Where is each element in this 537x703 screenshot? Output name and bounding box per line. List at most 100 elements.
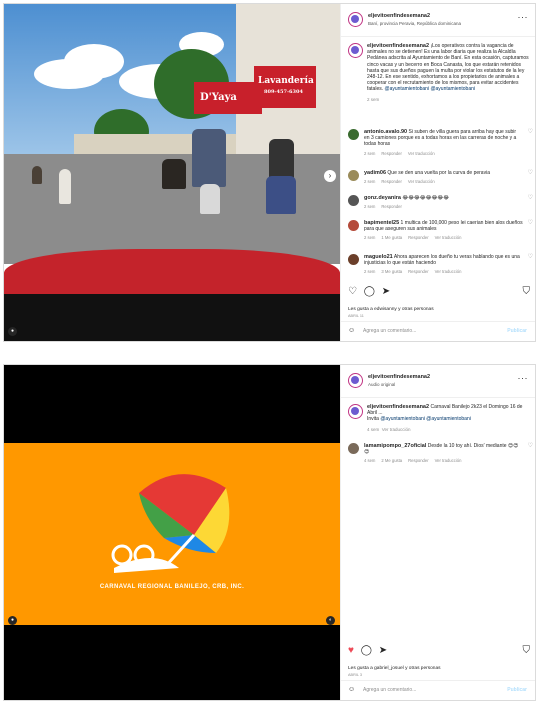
comment-avatar[interactable] (348, 220, 359, 231)
comment-username[interactable]: yadim06 (364, 170, 386, 176)
comment-avatar[interactable] (348, 443, 359, 454)
publish-button[interactable]: Publicar (507, 687, 527, 693)
poster-logo-text: CARNAVAL REGIONAL BANILEJO, CRB, INC. (99, 584, 245, 590)
cow (162, 159, 186, 189)
caption-invite: Invita (367, 416, 379, 423)
comment-time: 2 sem (364, 179, 376, 185)
reply-button[interactable]: Responder (381, 179, 402, 184)
comment: bapimentel25 1 multica de 100,000 peso l… (348, 220, 533, 242)
post-1-sidebar: eljevitoenfindesemana2 Baní, provincia P… (340, 4, 535, 341)
post-1-caption: eljevitoenfindesemana2 ¡Los operativos c… (348, 43, 533, 103)
translate-button[interactable]: Ver traducción (408, 151, 435, 156)
comment: maguelo21 Ahora aparecen los dueño tu ve… (348, 254, 533, 276)
post-2-video[interactable]: CARNAVAL REGIONAL BANILEJO, CRB, INC. ● … (4, 365, 340, 700)
publish-button[interactable]: Publicar (507, 328, 527, 334)
like-comment-icon[interactable]: ♡ (523, 129, 533, 157)
reply-button[interactable]: Responder (408, 269, 429, 274)
comment-time: 4 sem (364, 458, 376, 464)
cloud (64, 44, 124, 79)
caption-username[interactable]: eljevitoenfindesemana2 (367, 404, 429, 410)
comment-avatar[interactable] (348, 195, 359, 206)
comment-username[interactable]: antonio.avalo.90 (364, 129, 407, 135)
like-comment-icon[interactable]: ♡ (523, 195, 533, 210)
avatar[interactable] (348, 373, 363, 388)
caption-mentions[interactable]: @ayuntamientobani @ayuntamientobani (385, 86, 476, 92)
emoji-icon[interactable]: ☺ (348, 327, 355, 334)
add-comment-bar: ☺ Agrega un comentario... Publicar (341, 680, 535, 700)
post-1-photo[interactable]: D'Yaya Lavandería 809-457-6304 › ● (4, 4, 340, 341)
reply-button[interactable]: Responder (408, 458, 429, 463)
sign-lavanderia-text: Lavandería (258, 76, 314, 86)
caption-avatar[interactable] (348, 43, 363, 58)
save-bookmark-icon[interactable]: ⛉ (523, 645, 531, 656)
translate-button[interactable]: Ver traducción (382, 427, 411, 432)
post-2-username[interactable]: eljevitoenfindesemana2 (368, 374, 430, 380)
post-2-sidebar: eljevitoenfindesemana2 Audio original ··… (340, 365, 535, 700)
caption-username[interactable]: eljevitoenfindesemana2 (367, 43, 429, 49)
add-comment-bar: ☺ Agrega un comentario... Publicar (341, 321, 535, 341)
post-2: CARNAVAL REGIONAL BANILEJO, CRB, INC. ● … (3, 364, 536, 701)
comment-likes[interactable]: 3 Me gusta (381, 269, 402, 274)
post-2-caption: eljevitoenfindesemana2 Carnaval Banilejo… (348, 404, 533, 433)
post-2-likes[interactable]: Les gusta a gabriel_josuel y otras perso… (348, 666, 441, 671)
post-2-audio[interactable]: Audio original (368, 382, 395, 387)
caption-mentions[interactable]: @ayuntamientobani @ayuntamientobani (380, 416, 471, 422)
post-2-header: eljevitoenfindesemana2 Audio original ··… (341, 365, 535, 398)
reply-button[interactable]: Responder (381, 151, 402, 156)
next-arrow-icon[interactable]: › (324, 170, 336, 182)
emoji-icon[interactable]: ☺ (348, 686, 355, 693)
reply-button[interactable]: Responder (408, 235, 429, 240)
translate-button[interactable]: Ver traducción (408, 179, 435, 184)
comment-input[interactable]: Agrega un comentario... (363, 328, 416, 334)
translate-button[interactable]: Ver traducción (435, 269, 462, 274)
caption-avatar[interactable] (348, 404, 363, 419)
translate-button[interactable]: Ver traducción (435, 458, 462, 463)
post-1-actions: ♡ ◯ ➤ ⛉ (348, 286, 534, 298)
save-bookmark-icon[interactable]: ⛉ (523, 286, 531, 297)
comment-avatar[interactable] (348, 129, 359, 140)
comment-time: 2 sem (364, 204, 376, 210)
comment-input[interactable]: Agrega un comentario... (363, 687, 416, 693)
like-comment-icon[interactable]: ♡ (523, 443, 533, 465)
comment-icon[interactable]: ◯ (364, 286, 375, 297)
reply-button[interactable]: Responder (381, 204, 402, 209)
comment-likes[interactable]: 2 Me gusta (381, 458, 402, 463)
caption-time: 2 sem (367, 96, 380, 102)
sign-phone: 809-457-6304 (264, 89, 303, 95)
post-1-location[interactable]: Baní, provincia Peravia, República domin… (368, 21, 461, 26)
like-icon[interactable]: ♡ (348, 286, 357, 297)
caption-text: ¡Los operativos contra la vagancia de an… (367, 43, 529, 93)
like-comment-icon[interactable]: ♡ (523, 170, 533, 185)
post-2-date: ABRIL 3 (348, 673, 362, 677)
like-comment-icon[interactable]: ♡ (523, 220, 533, 242)
comment-text: 😂😂😂😂😂😂😂😂 (402, 195, 450, 201)
comment-text: Que se den una vuelta por la curva de pe… (387, 170, 490, 176)
comment-time: 2 sem (364, 269, 376, 275)
person-shorts (200, 184, 220, 214)
comment-likes[interactable]: 1 Me gusta (381, 235, 402, 240)
user-tag-icon[interactable]: ● (8, 616, 17, 625)
comment-icon[interactable]: ◯ (361, 645, 372, 656)
share-icon[interactable]: ➤ (379, 645, 387, 656)
car-dashboard (4, 294, 340, 341)
comment-username[interactable]: maguelo21 (364, 254, 393, 260)
post-1-username[interactable]: eljevitoenfindesemana2 (368, 13, 430, 19)
cow-white (59, 169, 71, 204)
comment-username[interactable]: bapimentel25 (364, 220, 399, 226)
comment-username[interactable]: gonz.deyanira (364, 195, 401, 201)
more-options-icon[interactable]: ··· (518, 12, 529, 22)
avatar[interactable] (348, 12, 363, 27)
user-tag-icon[interactable]: ● (8, 327, 17, 336)
mute-icon[interactable]: ◐ (326, 616, 335, 625)
comment-avatar[interactable] (348, 254, 359, 265)
liked-heart-icon[interactable]: ♥ (348, 645, 354, 656)
post-1-likes[interactable]: Les gusta a edwisanny y otras personas (348, 307, 434, 312)
person-walking (192, 129, 226, 187)
comment-avatar[interactable] (348, 170, 359, 181)
share-icon[interactable]: ➤ (382, 286, 390, 297)
comment-username[interactable]: lamamipompo_27oficial (364, 443, 426, 449)
like-comment-icon[interactable]: ♡ (523, 254, 533, 276)
more-options-icon[interactable]: ··· (518, 373, 529, 383)
comment-time: 2 sem (364, 235, 376, 241)
translate-button[interactable]: Ver traducción (435, 235, 462, 240)
